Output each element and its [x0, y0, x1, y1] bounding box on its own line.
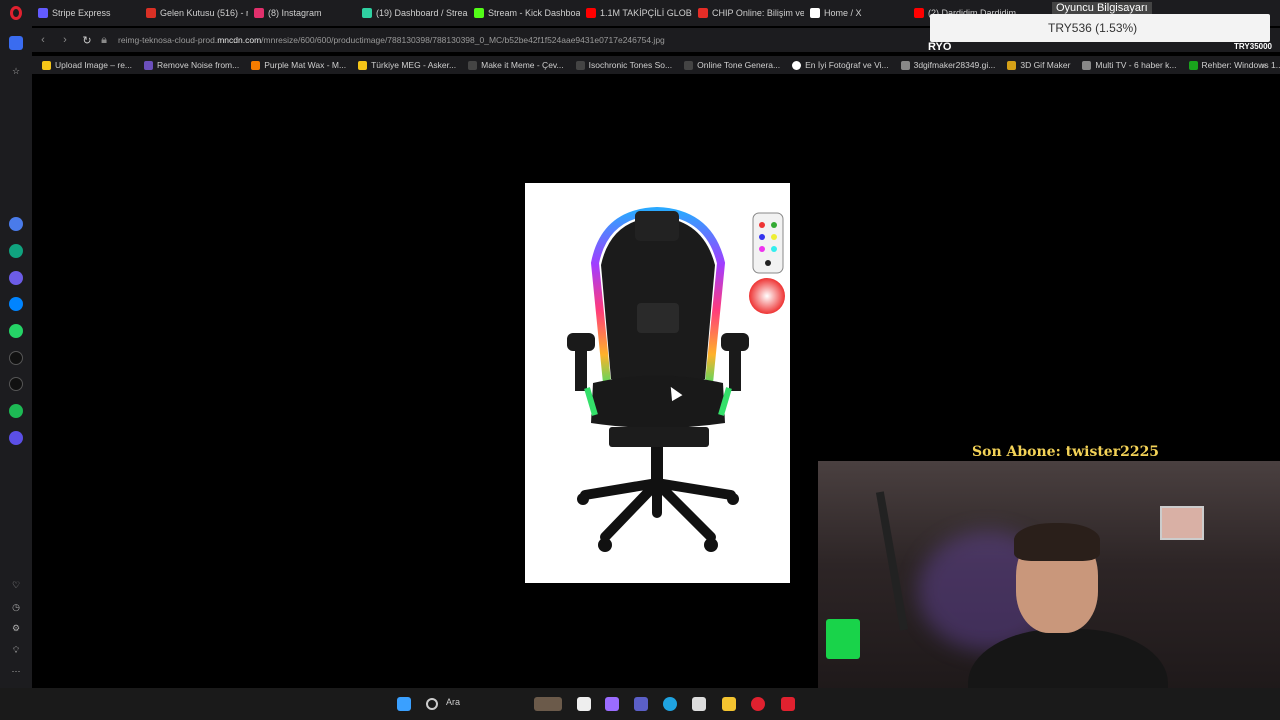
home-icon[interactable]: [9, 36, 23, 50]
goal-title: Oyuncu Bilgisayarı: [1052, 2, 1152, 14]
instagram-icon: [254, 8, 264, 18]
heart-icon[interactable]: ♡: [9, 578, 23, 592]
bookmark-icon: [144, 60, 154, 70]
bookmark-item[interactable]: Multi TV - 6 haber k...: [1082, 60, 1177, 70]
bookmark-item[interactable]: 3D Gif Maker: [1007, 60, 1070, 70]
bookmark-item[interactable]: Remove Noise from...: [144, 60, 239, 70]
wave-icon: [684, 60, 694, 70]
tab-gmail[interactable]: Gelen Kutusu (516) - no: [140, 2, 248, 24]
mic-arm: [875, 491, 909, 631]
bookmark-icon: [42, 60, 51, 70]
teams-icon[interactable]: [634, 697, 648, 711]
url-field[interactable]: reimg-teknosa-cloud-prod.mncdn.com/mnres…: [118, 35, 665, 45]
bookmark-item[interactable]: Online Tone Genera...: [684, 60, 780, 70]
store-icon[interactable]: [692, 697, 706, 711]
tab-x[interactable]: Home / X: [804, 2, 908, 24]
gaming-chair-illustration: [567, 206, 785, 552]
opera-logo[interactable]: [0, 0, 32, 26]
history-icon[interactable]: ◷: [9, 600, 23, 614]
bookmark-icon: [1082, 60, 1092, 70]
x-icon[interactable]: [9, 377, 23, 391]
bookmark-item[interactable]: Rehber: Windows 1...: [1188, 60, 1280, 70]
tab-kick[interactable]: Stream - Kick Dashboard: [468, 2, 580, 24]
tiktok-icon[interactable]: [9, 351, 23, 365]
taskbar-search-label[interactable]: Ara: [446, 697, 460, 707]
chip-icon: [698, 8, 708, 18]
bookmark-icon: [900, 60, 910, 70]
aria-icon[interactable]: [9, 217, 23, 231]
forward-icon[interactable]: ›: [54, 34, 76, 46]
lightbulb-icon[interactable]: 💡︎: [9, 643, 23, 657]
messenger-icon[interactable]: [9, 297, 23, 311]
windows-start-icon[interactable]: [397, 697, 411, 711]
settings-icon[interactable]: ⚙: [9, 621, 23, 635]
folder-icon: [358, 60, 368, 70]
kick-logo-screen: [826, 619, 860, 659]
edge-icon[interactable]: [663, 697, 677, 711]
reload-icon[interactable]: ↻: [76, 34, 98, 47]
product-image[interactable]: [525, 183, 790, 583]
bookmark-item[interactable]: Upload Image – re...: [42, 60, 132, 70]
search-icon[interactable]: [426, 698, 438, 710]
bookmark-item[interactable]: En İyi Fotoğraf ve Vi...: [792, 60, 889, 70]
last-subscriber-text: Son Abone: twister2225: [972, 444, 1160, 460]
bookmark-item[interactable]: Make it Meme - Çev...: [468, 60, 564, 70]
more-icon[interactable]: ⋯: [9, 664, 23, 678]
copilot-icon[interactable]: [605, 697, 619, 711]
whatsapp-icon[interactable]: [9, 324, 23, 338]
x-icon: [810, 8, 820, 18]
bookmark-icon: [792, 60, 802, 70]
gmail-icon: [146, 8, 156, 18]
player-icon[interactable]: [9, 431, 23, 445]
bookmark-icon: [468, 60, 478, 70]
tab-instagram[interactable]: (8) Instagram: [248, 2, 356, 24]
explorer-icon[interactable]: [722, 697, 736, 711]
opera-taskbar-icon[interactable]: [751, 697, 765, 711]
bookmarks-bar: Upload Image – re... Remove Noise from..…: [32, 56, 1280, 74]
extension-icon[interactable]: [9, 271, 23, 285]
bookmark-icon: [251, 60, 261, 70]
streamer-hair: [1014, 523, 1100, 561]
stripe-icon: [38, 8, 48, 18]
tab-dashboard[interactable]: (19) Dashboard / Stream: [356, 2, 468, 24]
bookmark-item[interactable]: Türkiye MEG - Asker...: [358, 60, 456, 70]
bookmarks-more-icon[interactable]: »: [1261, 60, 1266, 70]
bookmark-item[interactable]: Isochronic Tones So...: [575, 60, 672, 70]
tab-youtube[interactable]: 1.1M TAKİPÇİLİ GLOBAL: [580, 2, 692, 24]
windows-taskbar: Ara: [0, 688, 1280, 720]
streamlabs-icon: [362, 8, 372, 18]
star-icon[interactable]: ☆: [9, 64, 23, 78]
bookmark-item[interactable]: 3dgifmaker28349.gi...: [900, 60, 995, 70]
youtube-icon: [914, 8, 924, 18]
bookmark-item[interactable]: Purple Mat Wax - M...: [251, 60, 346, 70]
chatgpt-icon[interactable]: [9, 244, 23, 258]
goal-left-tag: RYO: [928, 41, 952, 53]
youtube-icon: [586, 8, 596, 18]
wall-picture: [1160, 506, 1204, 540]
back-icon[interactable]: ‹: [32, 34, 54, 46]
lock-icon[interactable]: 🔒︎: [98, 34, 110, 47]
wps-icon[interactable]: [781, 697, 795, 711]
goal-value: TRY536 (1.53%): [1048, 21, 1138, 35]
bookmark-icon: [1188, 60, 1198, 70]
goal-right-tag: TRY35000: [1234, 42, 1272, 51]
bookmark-icon: [575, 60, 585, 70]
tab-chip[interactable]: CHIP Online: Bilişim ve T: [692, 2, 804, 24]
opera-sidebar: ☆ ♡ ◷ ⚙ 💡︎ ⋯: [0, 26, 32, 688]
search-highlight-icon[interactable]: [534, 697, 562, 711]
tab-stripe[interactable]: Stripe Express: [32, 2, 140, 24]
webcam-feed: [818, 461, 1280, 720]
bookmark-icon: [1007, 60, 1017, 70]
spotify-icon[interactable]: [9, 404, 23, 418]
file-icon[interactable]: [577, 697, 591, 711]
kick-icon: [474, 8, 484, 18]
